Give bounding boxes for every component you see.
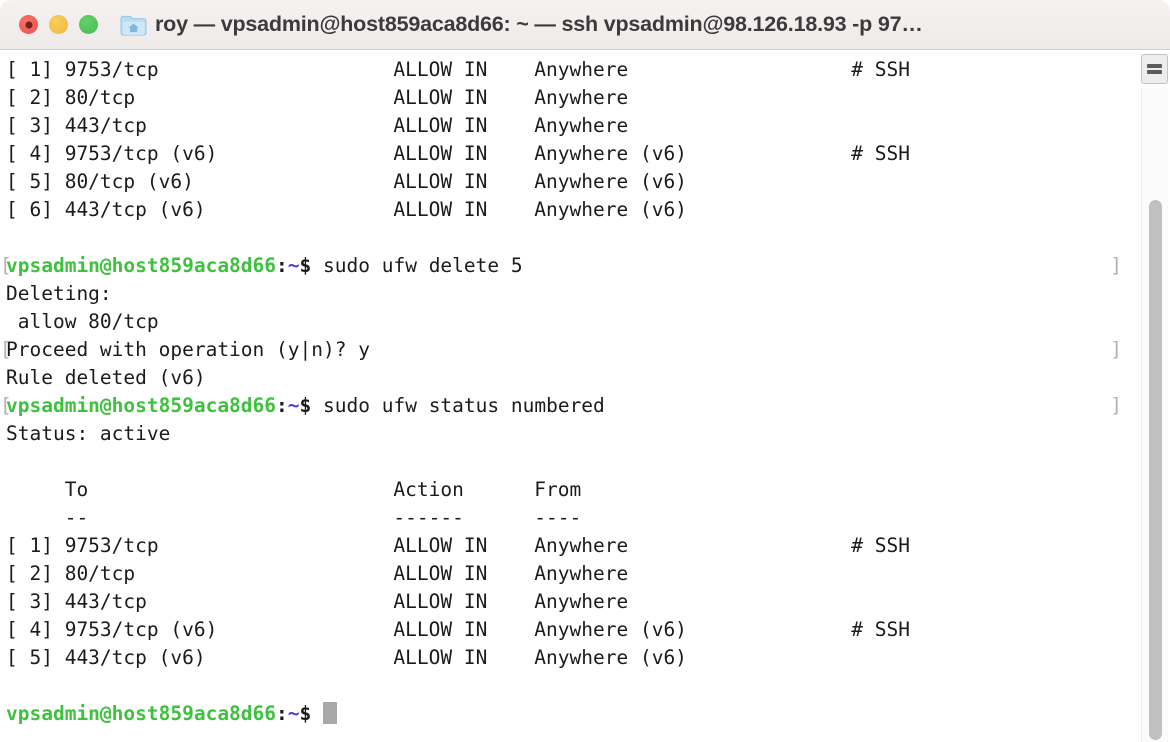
split-pane-icon[interactable] xyxy=(1141,54,1168,84)
prompt-dollar: $ xyxy=(299,254,312,277)
terminal-line-text: [ 4] 9753/tcp (v6) ALLOW IN Anywhere (v6… xyxy=(6,142,910,165)
prompt-dollar: $ xyxy=(299,394,312,417)
terminal-line-text: [ 5] 443/tcp (v6) ALLOW IN Anywhere (v6) xyxy=(6,646,687,669)
prompt-colon: : xyxy=(276,254,288,277)
close-window-button[interactable] xyxy=(19,15,38,34)
prompt-path: ~ xyxy=(287,702,300,725)
window-title: roy — vpsadmin@host859aca8d66: ~ — ssh v… xyxy=(155,12,923,36)
terminal-line-text: -- ------ ---- xyxy=(6,506,582,529)
terminal-line-text: Rule deleted (v6) xyxy=(6,366,206,389)
home-folder-icon xyxy=(120,15,147,35)
terminal-line-text: [ 5] 80/tcp (v6) ALLOW IN Anywhere (v6) xyxy=(6,170,687,193)
terminal-line-text: To Action From xyxy=(6,478,582,501)
terminal-prompt-line: vpsadmin@host859aca8d66:~$ xyxy=(0,700,1140,728)
terminal-prompt-line: [vpsadmin@host859aca8d66:~$ sudo ufw sta… xyxy=(0,392,1140,420)
prompt-user-host: vpsadmin@host859aca8d66 xyxy=(6,254,277,277)
terminal-output-line: [ 4] 9753/tcp (v6) ALLOW IN Anywhere (v6… xyxy=(0,616,1140,644)
scrollbar-thumb[interactable] xyxy=(1149,200,1162,740)
traffic-light-group xyxy=(19,15,98,34)
terminal-output-line: [ 2] 80/tcp ALLOW IN Anywhere xyxy=(0,560,1140,588)
terminal-command: sudo ufw status numbered xyxy=(323,394,605,417)
prompt-mark-open: [ xyxy=(0,254,12,277)
terminal-output-line: [ 1] 9753/tcp ALLOW IN Anywhere # SSH xyxy=(0,532,1140,560)
terminal-output-line: [ 5] 443/tcp (v6) ALLOW IN Anywhere (v6) xyxy=(0,644,1140,672)
prompt-mark-close: ] xyxy=(1110,338,1122,361)
terminal-output-line: Status: active xyxy=(0,420,1140,448)
prompt-colon: : xyxy=(276,394,288,417)
scrollbar-track[interactable] xyxy=(1141,88,1168,742)
terminal-output-line: [ 3] 443/tcp ALLOW IN Anywhere xyxy=(0,588,1140,616)
maximize-window-button[interactable] xyxy=(79,15,98,34)
terminal-prompt-line: [vpsadmin@host859aca8d66:~$ sudo ufw del… xyxy=(0,252,1140,280)
terminal-line-text: Proceed with operation (y|n)? y xyxy=(6,338,370,361)
terminal-cursor xyxy=(323,702,338,724)
terminal-line-text: [ 3] 443/tcp ALLOW IN Anywhere xyxy=(6,114,629,137)
title-block: roy — vpsadmin@host859aca8d66: ~ — ssh v… xyxy=(120,12,923,37)
prompt-mark-close: ] xyxy=(1110,394,1122,417)
terminal-output-line: allow 80/tcp xyxy=(0,308,1140,336)
minimize-window-button[interactable] xyxy=(49,15,68,34)
terminal-line-text: [ 3] 443/tcp ALLOW IN Anywhere xyxy=(6,590,629,613)
terminal-output-line: [ 5] 80/tcp (v6) ALLOW IN Anywhere (v6) xyxy=(0,168,1140,196)
terminal-output-line: [Proceed with operation (y|n)? y] xyxy=(0,336,1140,364)
terminal-line-text: [ 6] 443/tcp (v6) ALLOW IN Anywhere (v6) xyxy=(6,198,687,221)
prompt-user-host: vpsadmin@host859aca8d66 xyxy=(6,394,277,417)
terminal-output-line: [ 6] 443/tcp (v6) ALLOW IN Anywhere (v6) xyxy=(0,196,1140,224)
terminal-command: sudo ufw delete 5 xyxy=(323,254,523,277)
terminal-line-text: [ 1] 9753/tcp ALLOW IN Anywhere # SSH xyxy=(6,58,910,81)
terminal-output-line: [ 4] 9753/tcp (v6) ALLOW IN Anywhere (v6… xyxy=(0,140,1140,168)
terminal-line-text: [ 2] 80/tcp ALLOW IN Anywhere xyxy=(6,86,629,109)
prompt-path: ~ xyxy=(287,394,300,417)
terminal-output-line: [ 2] 80/tcp ALLOW IN Anywhere xyxy=(0,84,1140,112)
terminal-line-text: [ 2] 80/tcp ALLOW IN Anywhere xyxy=(6,562,629,585)
terminal-output-area[interactable]: [ 1] 9753/tcp ALLOW IN Anywhere # SSH [ 2… xyxy=(0,50,1140,742)
title-bar[interactable]: roy — vpsadmin@host859aca8d66: ~ — ssh v… xyxy=(0,0,1170,50)
terminal-output-line: Deleting: xyxy=(0,280,1140,308)
prompt-mark-open: [ xyxy=(0,338,12,361)
prompt-path: ~ xyxy=(287,254,300,277)
prompt-dollar: $ xyxy=(299,702,312,725)
prompt-mark-open: [ xyxy=(0,394,12,417)
terminal-output-line: To Action From xyxy=(0,476,1140,504)
terminal-output-line: -- ------ ---- xyxy=(0,504,1140,532)
terminal-output-line: [ 1] 9753/tcp ALLOW IN Anywhere # SSH xyxy=(0,56,1140,84)
terminal-window: roy — vpsadmin@host859aca8d66: ~ — ssh v… xyxy=(0,0,1170,742)
split-pane-bars xyxy=(1147,62,1162,76)
prompt-colon: : xyxy=(276,702,288,725)
terminal-output-line: Rule deleted (v6) xyxy=(0,364,1140,392)
terminal-line-text: allow 80/tcp xyxy=(6,310,159,333)
terminal-line-text: [ 1] 9753/tcp ALLOW IN Anywhere # SSH xyxy=(6,534,910,557)
terminal-output-line: [ 3] 443/tcp ALLOW IN Anywhere xyxy=(0,112,1140,140)
terminal-line-text: [ 4] 9753/tcp (v6) ALLOW IN Anywhere (v6… xyxy=(6,618,910,641)
terminal-line-text: Deleting: xyxy=(6,282,112,305)
prompt-user-host: vpsadmin@host859aca8d66 xyxy=(6,702,277,725)
terminal-line-text: Status: active xyxy=(6,422,171,445)
prompt-mark-close: ] xyxy=(1110,254,1122,277)
